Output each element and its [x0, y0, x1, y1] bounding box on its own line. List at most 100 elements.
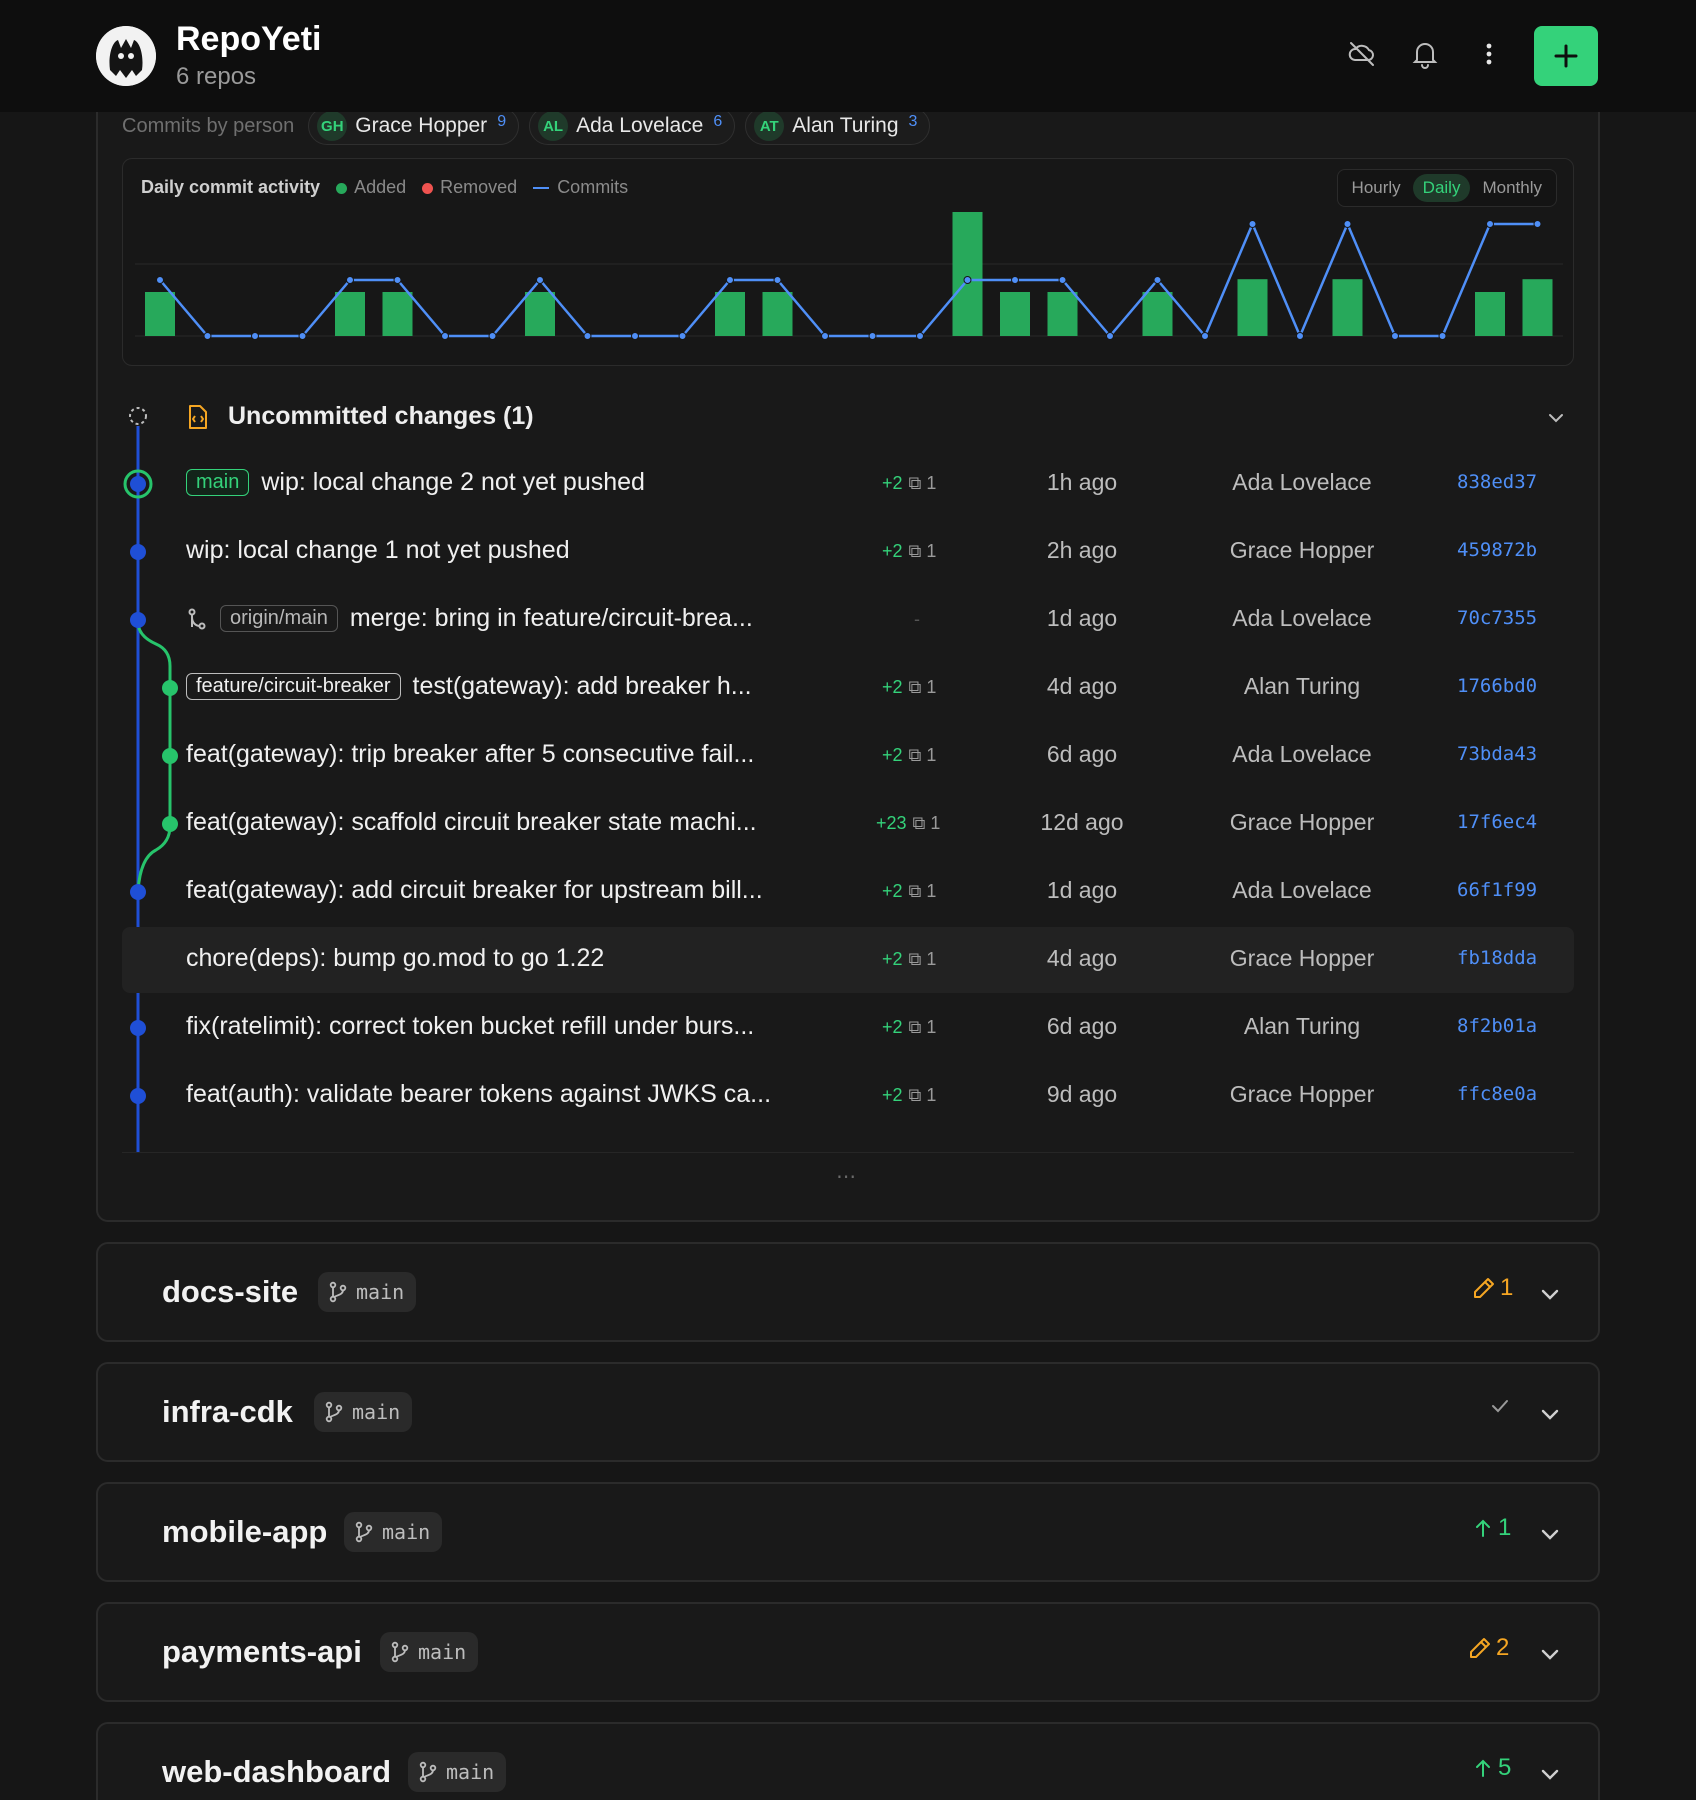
cloud-off-icon[interactable] — [1346, 38, 1378, 70]
commit-message: merge: bring in feature/circuit-brea... — [349, 604, 753, 632]
commit-author: Ada Lovelace — [1232, 469, 1372, 495]
repo-name[interactable]: payments-api — [162, 1634, 362, 1670]
activity-chart: Daily commit activity Added Removed Comm… — [122, 158, 1574, 366]
commit-stat: +2 ⧉ 1 — [882, 949, 937, 969]
commit-row[interactable]: feat(auth): validate bearer tokens again… — [122, 1063, 1574, 1129]
git-branch-icon — [391, 1641, 409, 1663]
chevron-down-icon[interactable] — [1536, 1760, 1564, 1788]
commit-point — [1486, 220, 1494, 228]
person-chip-alan[interactable]: AT Alan Turing 3 — [745, 107, 931, 145]
repo-name[interactable]: infra-cdk — [162, 1394, 293, 1430]
commit-sha[interactable]: ffc8e0a — [1457, 1083, 1537, 1105]
commit-sha[interactable]: 66f1f99 — [1457, 879, 1537, 901]
person-chip-ada[interactable]: AL Ada Lovelace 6 — [529, 107, 736, 145]
commit-author: Grace Hopper — [1229, 537, 1375, 563]
chevron-down-icon[interactable] — [1544, 406, 1568, 430]
files-icon: ⧉ — [908, 881, 922, 901]
commit-point — [298, 332, 307, 340]
repo-card-mobile-app[interactable]: mobile-app main 1 — [96, 1482, 1600, 1582]
added-bar — [335, 292, 365, 336]
repo-card-infra-cdk[interactable]: infra-cdk main — [96, 1362, 1600, 1462]
branch-badge[interactable]: main — [314, 1392, 413, 1432]
commit-point — [488, 332, 497, 340]
branch-badge[interactable]: main — [344, 1512, 443, 1552]
commit-row[interactable]: origin/main merge: bring in feature/circu… — [122, 587, 1574, 653]
commit-sha[interactable]: 17f6ec4 — [1457, 811, 1537, 833]
branch-badge[interactable]: main — [408, 1752, 507, 1792]
commit-row[interactable]: feature/circuit-breaker test(gateway): ad… — [122, 655, 1574, 721]
branch-name: main — [352, 1400, 401, 1424]
branch-badge[interactable]: main — [380, 1632, 479, 1672]
merge-icon — [188, 608, 206, 629]
commit-sha[interactable]: 459872b — [1457, 539, 1537, 561]
commit-time: 1h ago — [1046, 469, 1118, 495]
commit-time: 4d ago — [1046, 673, 1118, 699]
commit-sha[interactable]: 1766bd0 — [1457, 675, 1537, 697]
commit-sha[interactable]: 73bda43 — [1457, 743, 1537, 765]
repo-card-docs-site[interactable]: docs-site main 1 — [96, 1242, 1600, 1342]
files-icon: ⧉ — [908, 473, 922, 493]
app-title: RepoYeti — [176, 20, 322, 58]
commit-message: chore(deps): bump go.mod to go 1.22 — [186, 944, 605, 972]
commit-message-group: feature/circuit-breaker test(gateway): ad… — [186, 672, 752, 701]
commit-point — [631, 332, 639, 340]
commit-point — [536, 276, 544, 284]
added-bar — [1142, 292, 1173, 336]
commit-row[interactable]: chore(deps): bump go.mod to go 1.22 +2 ⧉ 1… — [122, 927, 1574, 993]
added-bar — [762, 292, 793, 336]
commit-author: Ada Lovelace — [1232, 605, 1372, 631]
commit-row[interactable]: main wip: local change 2 not yet pushed +2… — [122, 451, 1574, 517]
commit-point — [963, 276, 972, 284]
commit-row[interactable]: feat(gateway): add circuit breaker for u… — [122, 859, 1574, 925]
resize-handle-icon[interactable]: ⋯ — [836, 1164, 857, 1189]
chart-plot — [135, 212, 1563, 340]
commit-sha[interactable]: 70c7355 — [1457, 607, 1537, 629]
chevron-down-icon[interactable] — [1536, 1640, 1564, 1668]
commit-message-group: origin/main merge: bring in feature/circu… — [186, 604, 753, 633]
commit-point — [1153, 276, 1162, 284]
commit-point — [678, 332, 687, 340]
commit-message: feat(gateway): trip breaker after 5 cons… — [186, 740, 755, 768]
chevron-down-icon[interactable] — [1536, 1280, 1564, 1308]
commit-row[interactable]: feat(gateway): scaffold circuit breaker … — [122, 791, 1574, 857]
commit-stat: +2 ⧉ 1 — [882, 745, 937, 765]
repo-name[interactable]: web-dashboard — [162, 1754, 391, 1790]
arrow-up-icon — [1476, 1759, 1490, 1777]
status-count: 1 — [1500, 1274, 1514, 1301]
commit-sha[interactable]: 8f2b01a — [1457, 1015, 1537, 1037]
branch-tag[interactable]: feature/circuit-breaker — [186, 673, 401, 700]
persons-label: Commits by person — [122, 114, 295, 137]
commit-point — [916, 332, 924, 340]
commit-message-group: chore(deps): bump go.mod to go 1.22 — [186, 944, 604, 973]
commit-point — [393, 276, 402, 284]
commit-point — [203, 332, 212, 340]
repo-card-payments-api[interactable]: payments-api main 2 — [96, 1602, 1600, 1702]
chevron-down-icon[interactable] — [1536, 1520, 1564, 1548]
added-bar — [1000, 292, 1030, 336]
more-vertical-icon[interactable] — [1473, 38, 1505, 70]
repo-status: 1 — [1472, 1274, 1513, 1302]
chevron-down-icon[interactable] — [1536, 1400, 1564, 1428]
bell-icon[interactable] — [1409, 38, 1441, 70]
person-chip-grace[interactable]: GH Grace Hopper 9 — [308, 107, 520, 145]
commit-sha[interactable]: 838ed37 — [1457, 471, 1537, 493]
branch-badge[interactable]: main — [318, 1272, 417, 1312]
commit-row[interactable]: fix(ratelimit): correct token bucket ref… — [122, 995, 1574, 1061]
repo-name[interactable]: mobile-app — [162, 1514, 327, 1550]
commit-message-group: fix(ratelimit): correct token bucket ref… — [186, 1012, 754, 1041]
repo-card-web-dashboard[interactable]: web-dashboard main 5 — [96, 1722, 1600, 1800]
commit-sha[interactable]: fb18dda — [1457, 947, 1537, 969]
repo-name[interactable]: docs-site — [162, 1274, 298, 1310]
branch-tag[interactable]: main — [186, 469, 250, 496]
files-icon: ⧉ — [908, 949, 922, 969]
commit-point — [1296, 332, 1304, 340]
commit-stat: +23 ⧉ 1 — [876, 813, 941, 833]
uncommitted-changes-row[interactable]: Uncommitted changes (1) — [122, 390, 1574, 442]
avatar: AL — [538, 111, 569, 141]
add-repo-button[interactable] — [1534, 26, 1598, 86]
commit-row[interactable]: feat(gateway): trip breaker after 5 cons… — [122, 723, 1574, 789]
person-count: 9 — [497, 113, 507, 130]
commit-stat: +2 ⧉ 1 — [882, 881, 937, 901]
branch-tag[interactable]: origin/main — [220, 605, 338, 632]
commit-row[interactable]: wip: local change 1 not yet pushed +2 ⧉ 1 2… — [122, 519, 1574, 585]
